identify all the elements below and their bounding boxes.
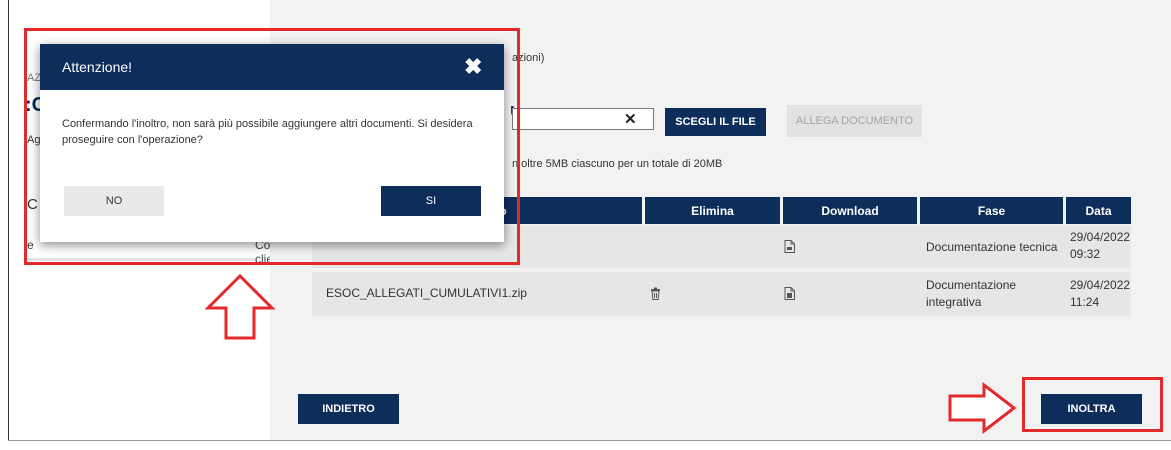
confirm-modal: Attenzione! ✖ Confermando l'inoltro, non… bbox=[40, 44, 504, 242]
file-size-note: n oltre 5MB ciascuno per un totale di 20… bbox=[512, 158, 723, 170]
right-arrow-icon bbox=[948, 382, 1017, 434]
row-time: 09:32 bbox=[1070, 247, 1101, 261]
pdf-download-icon[interactable] bbox=[784, 287, 795, 303]
bottom-divider bbox=[8, 440, 1171, 441]
row-date: 29/04/2022 bbox=[1070, 230, 1131, 244]
row-phase: Documentazione bbox=[926, 278, 1017, 292]
row-phase-line2: integrativa bbox=[926, 295, 982, 309]
row-time: 11:24 bbox=[1070, 295, 1100, 309]
close-icon[interactable]: ✖ bbox=[464, 54, 482, 80]
up-arrow-icon bbox=[204, 273, 276, 340]
header-elimina: Elimina bbox=[645, 197, 780, 224]
modal-title: Attenzione! bbox=[62, 59, 133, 75]
no-button[interactable]: NO bbox=[64, 186, 164, 216]
yes-button[interactable]: SI bbox=[381, 186, 481, 216]
back-button[interactable]: INDIETRO bbox=[298, 394, 399, 424]
modal-message: Confermando l'inoltro, non sarà più poss… bbox=[62, 118, 473, 146]
row-date: 29/04/2022 bbox=[1070, 278, 1131, 292]
row-file-name: ESOC_ALLEGATI_CUMULATIVI1.zip bbox=[326, 286, 527, 300]
header-download: Download bbox=[783, 197, 917, 224]
header-fase: Fase bbox=[920, 197, 1063, 224]
header-data: Data bbox=[1066, 197, 1131, 224]
clear-file-icon[interactable]: ✕ bbox=[624, 110, 637, 128]
row-phase: Documentazione tecnica bbox=[926, 240, 1058, 254]
choose-file-button[interactable]: SCEGLI IL FILE bbox=[665, 108, 766, 136]
send-highlight-box bbox=[1022, 377, 1163, 432]
modal-header: Attenzione! ✖ bbox=[40, 44, 504, 90]
attach-document-button[interactable]: ALLEGA DOCUMENTO bbox=[787, 105, 922, 137]
pdf-download-icon[interactable] bbox=[784, 240, 795, 256]
trash-icon[interactable] bbox=[650, 287, 661, 303]
